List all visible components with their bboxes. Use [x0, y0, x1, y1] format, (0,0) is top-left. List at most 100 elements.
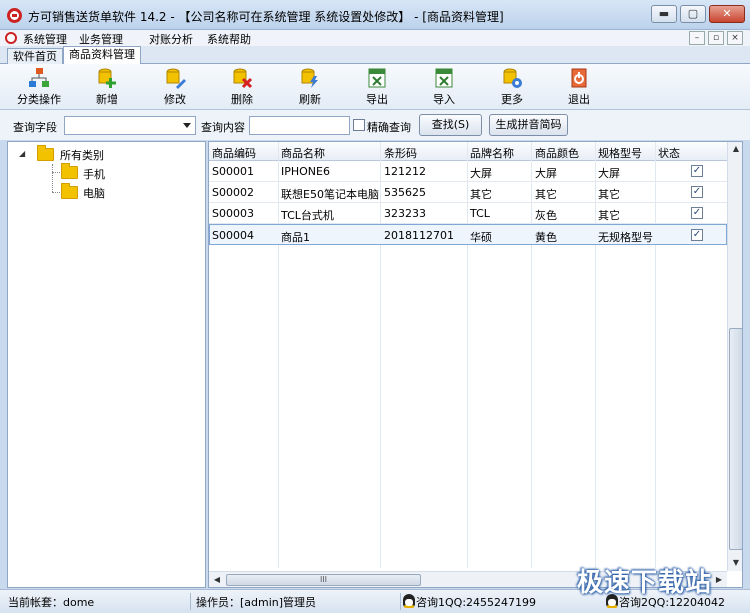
scroll-thumb[interactable] — [729, 328, 742, 550]
cell-barcode: 535625 — [384, 186, 426, 199]
cell-barcode: 2018112701 — [384, 229, 454, 242]
exact-query-checkbox[interactable] — [353, 119, 365, 131]
import-button[interactable]: 导入 — [414, 67, 474, 109]
scroll-left-icon[interactable]: ◀ — [210, 573, 224, 587]
generate-pinyin-button[interactable]: 生成拼音简码 — [489, 114, 568, 136]
cell-color: 其它 — [535, 188, 557, 201]
scroll-down-icon[interactable]: ▼ — [729, 556, 742, 570]
menu-reconciliation[interactable]: 对账分析 — [149, 31, 193, 47]
tab-product-management[interactable]: 商品资料管理 — [63, 46, 141, 65]
menu-system[interactable]: 系统管理 — [23, 31, 67, 47]
tree-item-computer[interactable]: 电脑 — [83, 185, 105, 201]
refresh-label: 刷新 — [299, 93, 321, 106]
cell-barcode: 323233 — [384, 207, 426, 220]
cell-name: 商品1 — [281, 231, 310, 244]
grid-header: 商品编码 商品名称 条形码 品牌名称 商品颜色 规格型号 状态 — [209, 142, 742, 161]
cell-name: 联想E50笔记本电脑 — [281, 188, 379, 201]
qq-icon — [403, 594, 415, 608]
edit-button[interactable]: 修改 — [145, 67, 205, 109]
child-restore-button[interactable]: ▫ — [708, 31, 724, 45]
app-menu-icon[interactable] — [5, 32, 17, 44]
menu-business[interactable]: 业务管理 — [79, 31, 123, 47]
query-field-label: 查询字段 — [13, 121, 57, 134]
column-header[interactable]: 商品编码 — [212, 145, 256, 161]
folder-icon — [61, 183, 78, 199]
minimize-button[interactable]: ▬ — [651, 5, 677, 23]
table-row[interactable]: S00001 IPHONE6 121212 大屏 大屏 大屏 ✓ — [209, 161, 727, 182]
cell-name: IPHONE6 — [281, 165, 330, 178]
export-label: 导出 — [366, 93, 388, 106]
folder-icon — [61, 163, 78, 179]
table-row[interactable]: S00003 TCL台式机 323233 TCL 灰色 其它 ✓ — [209, 203, 727, 224]
delete-button[interactable]: 删除 — [212, 67, 272, 109]
status-checkbox[interactable]: ✓ — [691, 186, 703, 198]
folder-icon — [37, 145, 54, 161]
column-header[interactable]: 商品名称 — [281, 145, 325, 161]
more-button[interactable]: 更多 — [482, 67, 542, 109]
column-header[interactable]: 规格型号 — [598, 145, 642, 161]
menu-help[interactable]: 系统帮助 — [207, 31, 251, 47]
title-bar: 方可销售送货单软件 14.2 - 【公司名称可在系统管理 系统设置处修改】 - … — [0, 0, 750, 30]
maximize-button[interactable]: ▢ — [680, 5, 706, 23]
export-button[interactable]: 导出 — [347, 67, 407, 109]
status-account: 当前帐套：dome — [8, 596, 95, 609]
product-grid: 商品编码 商品名称 条形码 品牌名称 商品颜色 规格型号 状态 S00001 I… — [208, 141, 743, 588]
tree-connector — [52, 164, 53, 192]
status-checkbox[interactable]: ✓ — [691, 165, 703, 177]
category-button[interactable]: 分类操作 — [9, 67, 69, 109]
vertical-scrollbar[interactable]: ▲ ▼ — [727, 142, 742, 571]
scroll-right-icon[interactable]: ▶ — [712, 573, 726, 587]
status-qq1[interactable]: 咨询1QQ:2455247199 — [416, 594, 536, 610]
status-checkbox[interactable]: ✓ — [691, 229, 703, 241]
export-icon — [368, 68, 386, 88]
add-label: 新增 — [96, 93, 118, 106]
column-header[interactable]: 商品颜色 — [535, 145, 579, 161]
column-header[interactable]: 品牌名称 — [470, 145, 514, 161]
add-button[interactable]: 新增 — [77, 67, 137, 109]
status-divider — [190, 593, 191, 610]
cell-brand: 华硕 — [470, 231, 492, 244]
cell-code: S00001 — [212, 165, 254, 178]
menu-bar: 系统管理 业务管理 对账分析 系统帮助 – ▫ × — [0, 30, 750, 46]
import-icon — [435, 68, 453, 88]
refresh-icon — [301, 68, 318, 88]
dropdown-arrow-icon — [183, 123, 191, 128]
search-button[interactable]: 查找(S) — [419, 114, 482, 136]
exact-query-label: 精确查询 — [367, 121, 411, 134]
cell-code: S00003 — [212, 207, 254, 220]
table-row[interactable]: S00002 联想E50笔记本电脑 535625 其它 其它 其它 ✓ — [209, 182, 727, 203]
close-button[interactable]: ✕ — [709, 5, 745, 23]
cell-spec: 其它 — [598, 209, 620, 222]
table-row-selected[interactable]: S00004 商品1 2018112701 华硕 黄色 无规格型号 ✓ — [209, 224, 727, 245]
cell-color: 灰色 — [535, 209, 557, 222]
query-content-input[interactable] — [249, 116, 350, 135]
cell-brand: TCL — [470, 207, 490, 220]
cell-code: S00004 — [212, 229, 254, 242]
refresh-button[interactable]: 刷新 — [280, 67, 340, 109]
scroll-thumb-horizontal[interactable]: III — [226, 574, 421, 586]
delete-label: 删除 — [231, 93, 253, 106]
query-field-select[interactable] — [64, 116, 196, 135]
tree-expand-icon[interactable]: ◢ — [19, 149, 25, 158]
query-content-label: 查询内容 — [201, 121, 245, 134]
child-minimize-button[interactable]: – — [689, 31, 705, 45]
cell-name: TCL台式机 — [281, 209, 334, 222]
category-icon — [29, 68, 49, 87]
exit-button[interactable]: 退出 — [549, 67, 609, 109]
cell-spec: 大屏 — [598, 167, 620, 180]
tab-home[interactable]: 软件首页 — [7, 48, 63, 65]
tree-item-all-categories[interactable]: 所有类别 — [60, 147, 104, 163]
more-icon — [503, 68, 522, 88]
more-label: 更多 — [501, 93, 523, 106]
exit-icon — [571, 68, 587, 88]
column-header[interactable]: 条形码 — [384, 145, 417, 161]
tree-item-phone[interactable]: 手机 — [83, 166, 105, 182]
edit-icon — [166, 68, 186, 89]
cell-code: S00002 — [212, 186, 254, 199]
status-operator: 操作员：[admin]管理员 — [196, 596, 317, 609]
status-checkbox[interactable]: ✓ — [691, 207, 703, 219]
cell-brand: 大屏 — [470, 167, 492, 180]
child-close-button[interactable]: × — [727, 31, 743, 45]
scroll-up-icon[interactable]: ▲ — [729, 142, 742, 156]
column-header[interactable]: 状态 — [658, 145, 680, 161]
